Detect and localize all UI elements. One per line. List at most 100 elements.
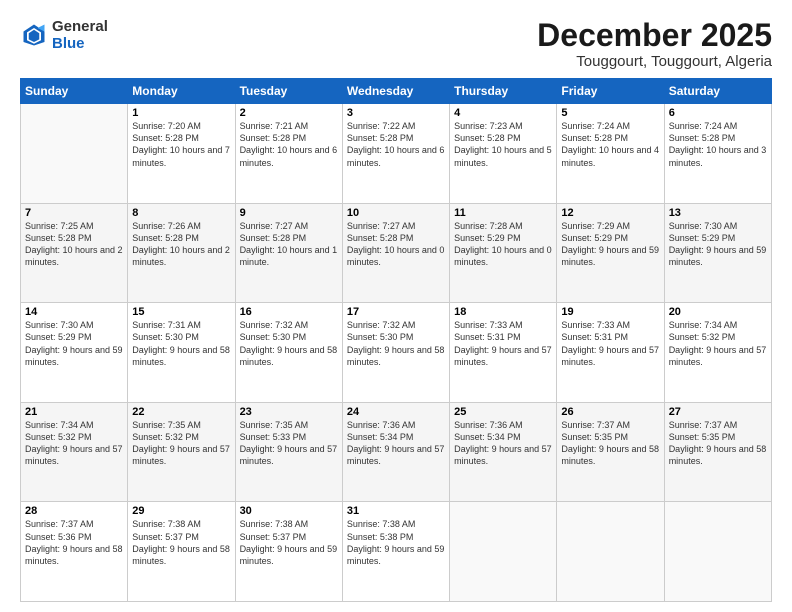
day-number: 19	[561, 306, 659, 318]
day-info: Sunrise: 7:30 AM Sunset: 5:29 PM Dayligh…	[25, 319, 123, 368]
day-number: 20	[669, 306, 767, 318]
calendar-week-4: 21Sunrise: 7:34 AM Sunset: 5:32 PM Dayli…	[21, 402, 772, 502]
day-header-saturday: Saturday	[664, 79, 771, 104]
day-number: 16	[240, 306, 338, 318]
day-info: Sunrise: 7:31 AM Sunset: 5:30 PM Dayligh…	[132, 319, 230, 368]
day-info: Sunrise: 7:37 AM Sunset: 5:36 PM Dayligh…	[25, 518, 123, 567]
day-info: Sunrise: 7:23 AM Sunset: 5:28 PM Dayligh…	[454, 120, 552, 169]
day-info: Sunrise: 7:27 AM Sunset: 5:28 PM Dayligh…	[240, 220, 338, 269]
day-info: Sunrise: 7:38 AM Sunset: 5:38 PM Dayligh…	[347, 518, 445, 567]
day-info: Sunrise: 7:30 AM Sunset: 5:29 PM Dayligh…	[669, 220, 767, 269]
calendar-cell: 24Sunrise: 7:36 AM Sunset: 5:34 PM Dayli…	[342, 402, 449, 502]
logo-icon	[20, 21, 48, 49]
day-info: Sunrise: 7:29 AM Sunset: 5:29 PM Dayligh…	[561, 220, 659, 269]
calendar-cell: 13Sunrise: 7:30 AM Sunset: 5:29 PM Dayli…	[664, 203, 771, 303]
calendar-cell: 21Sunrise: 7:34 AM Sunset: 5:32 PM Dayli…	[21, 402, 128, 502]
month-title: December 2025	[537, 18, 772, 53]
calendar-cell: 19Sunrise: 7:33 AM Sunset: 5:31 PM Dayli…	[557, 303, 664, 403]
day-number: 26	[561, 406, 659, 418]
logo-text: General Blue	[52, 18, 108, 52]
calendar-cell: 3Sunrise: 7:22 AM Sunset: 5:28 PM Daylig…	[342, 104, 449, 204]
calendar-cell: 10Sunrise: 7:27 AM Sunset: 5:28 PM Dayli…	[342, 203, 449, 303]
day-number: 7	[25, 207, 123, 219]
calendar-cell: 31Sunrise: 7:38 AM Sunset: 5:38 PM Dayli…	[342, 502, 449, 602]
day-header-tuesday: Tuesday	[235, 79, 342, 104]
day-number: 14	[25, 306, 123, 318]
day-info: Sunrise: 7:34 AM Sunset: 5:32 PM Dayligh…	[25, 419, 123, 468]
calendar-cell: 16Sunrise: 7:32 AM Sunset: 5:30 PM Dayli…	[235, 303, 342, 403]
day-info: Sunrise: 7:32 AM Sunset: 5:30 PM Dayligh…	[347, 319, 445, 368]
calendar-cell: 8Sunrise: 7:26 AM Sunset: 5:28 PM Daylig…	[128, 203, 235, 303]
day-number: 27	[669, 406, 767, 418]
calendar-cell: 30Sunrise: 7:38 AM Sunset: 5:37 PM Dayli…	[235, 502, 342, 602]
day-number: 12	[561, 207, 659, 219]
day-info: Sunrise: 7:26 AM Sunset: 5:28 PM Dayligh…	[132, 220, 230, 269]
calendar-cell: 22Sunrise: 7:35 AM Sunset: 5:32 PM Dayli…	[128, 402, 235, 502]
day-info: Sunrise: 7:36 AM Sunset: 5:34 PM Dayligh…	[347, 419, 445, 468]
subtitle: Touggourt, Touggourt, Algeria	[537, 53, 772, 70]
day-number: 11	[454, 207, 552, 219]
day-header-sunday: Sunday	[21, 79, 128, 104]
calendar-table: SundayMondayTuesdayWednesdayThursdayFrid…	[20, 78, 772, 602]
day-info: Sunrise: 7:37 AM Sunset: 5:35 PM Dayligh…	[669, 419, 767, 468]
day-info: Sunrise: 7:21 AM Sunset: 5:28 PM Dayligh…	[240, 120, 338, 169]
title-block: December 2025 Touggourt, Touggourt, Alge…	[537, 18, 772, 70]
day-info: Sunrise: 7:38 AM Sunset: 5:37 PM Dayligh…	[240, 518, 338, 567]
day-info: Sunrise: 7:36 AM Sunset: 5:34 PM Dayligh…	[454, 419, 552, 468]
calendar-cell: 12Sunrise: 7:29 AM Sunset: 5:29 PM Dayli…	[557, 203, 664, 303]
day-info: Sunrise: 7:32 AM Sunset: 5:30 PM Dayligh…	[240, 319, 338, 368]
calendar-cell: 1Sunrise: 7:20 AM Sunset: 5:28 PM Daylig…	[128, 104, 235, 204]
day-number: 13	[669, 207, 767, 219]
calendar-cell	[557, 502, 664, 602]
day-info: Sunrise: 7:35 AM Sunset: 5:33 PM Dayligh…	[240, 419, 338, 468]
day-info: Sunrise: 7:27 AM Sunset: 5:28 PM Dayligh…	[347, 220, 445, 269]
day-info: Sunrise: 7:20 AM Sunset: 5:28 PM Dayligh…	[132, 120, 230, 169]
day-number: 17	[347, 306, 445, 318]
calendar-cell: 9Sunrise: 7:27 AM Sunset: 5:28 PM Daylig…	[235, 203, 342, 303]
day-number: 4	[454, 107, 552, 119]
calendar-cell: 23Sunrise: 7:35 AM Sunset: 5:33 PM Dayli…	[235, 402, 342, 502]
calendar-cell	[450, 502, 557, 602]
calendar-cell: 25Sunrise: 7:36 AM Sunset: 5:34 PM Dayli…	[450, 402, 557, 502]
day-number: 29	[132, 505, 230, 517]
day-number: 28	[25, 505, 123, 517]
calendar-cell: 28Sunrise: 7:37 AM Sunset: 5:36 PM Dayli…	[21, 502, 128, 602]
day-number: 30	[240, 505, 338, 517]
calendar-week-2: 7Sunrise: 7:25 AM Sunset: 5:28 PM Daylig…	[21, 203, 772, 303]
day-number: 18	[454, 306, 552, 318]
day-number: 5	[561, 107, 659, 119]
day-number: 10	[347, 207, 445, 219]
calendar-week-3: 14Sunrise: 7:30 AM Sunset: 5:29 PM Dayli…	[21, 303, 772, 403]
calendar-cell: 6Sunrise: 7:24 AM Sunset: 5:28 PM Daylig…	[664, 104, 771, 204]
calendar-header-row: SundayMondayTuesdayWednesdayThursdayFrid…	[21, 79, 772, 104]
day-info: Sunrise: 7:35 AM Sunset: 5:32 PM Dayligh…	[132, 419, 230, 468]
calendar-cell: 14Sunrise: 7:30 AM Sunset: 5:29 PM Dayli…	[21, 303, 128, 403]
day-number: 31	[347, 505, 445, 517]
calendar-cell: 20Sunrise: 7:34 AM Sunset: 5:32 PM Dayli…	[664, 303, 771, 403]
calendar-cell: 27Sunrise: 7:37 AM Sunset: 5:35 PM Dayli…	[664, 402, 771, 502]
day-number: 25	[454, 406, 552, 418]
day-header-friday: Friday	[557, 79, 664, 104]
day-number: 9	[240, 207, 338, 219]
calendar-cell: 18Sunrise: 7:33 AM Sunset: 5:31 PM Dayli…	[450, 303, 557, 403]
calendar-cell: 7Sunrise: 7:25 AM Sunset: 5:28 PM Daylig…	[21, 203, 128, 303]
day-info: Sunrise: 7:22 AM Sunset: 5:28 PM Dayligh…	[347, 120, 445, 169]
day-number: 15	[132, 306, 230, 318]
calendar-cell: 17Sunrise: 7:32 AM Sunset: 5:30 PM Dayli…	[342, 303, 449, 403]
day-number: 3	[347, 107, 445, 119]
day-number: 6	[669, 107, 767, 119]
day-info: Sunrise: 7:24 AM Sunset: 5:28 PM Dayligh…	[561, 120, 659, 169]
header: General Blue December 2025 Touggourt, To…	[20, 18, 772, 70]
day-header-thursday: Thursday	[450, 79, 557, 104]
day-header-wednesday: Wednesday	[342, 79, 449, 104]
calendar-cell: 5Sunrise: 7:24 AM Sunset: 5:28 PM Daylig…	[557, 104, 664, 204]
calendar-cell: 11Sunrise: 7:28 AM Sunset: 5:29 PM Dayli…	[450, 203, 557, 303]
calendar-cell: 26Sunrise: 7:37 AM Sunset: 5:35 PM Dayli…	[557, 402, 664, 502]
day-info: Sunrise: 7:28 AM Sunset: 5:29 PM Dayligh…	[454, 220, 552, 269]
day-number: 2	[240, 107, 338, 119]
day-info: Sunrise: 7:34 AM Sunset: 5:32 PM Dayligh…	[669, 319, 767, 368]
day-info: Sunrise: 7:24 AM Sunset: 5:28 PM Dayligh…	[669, 120, 767, 169]
calendar-cell: 4Sunrise: 7:23 AM Sunset: 5:28 PM Daylig…	[450, 104, 557, 204]
day-number: 1	[132, 107, 230, 119]
logo: General Blue	[20, 18, 108, 52]
